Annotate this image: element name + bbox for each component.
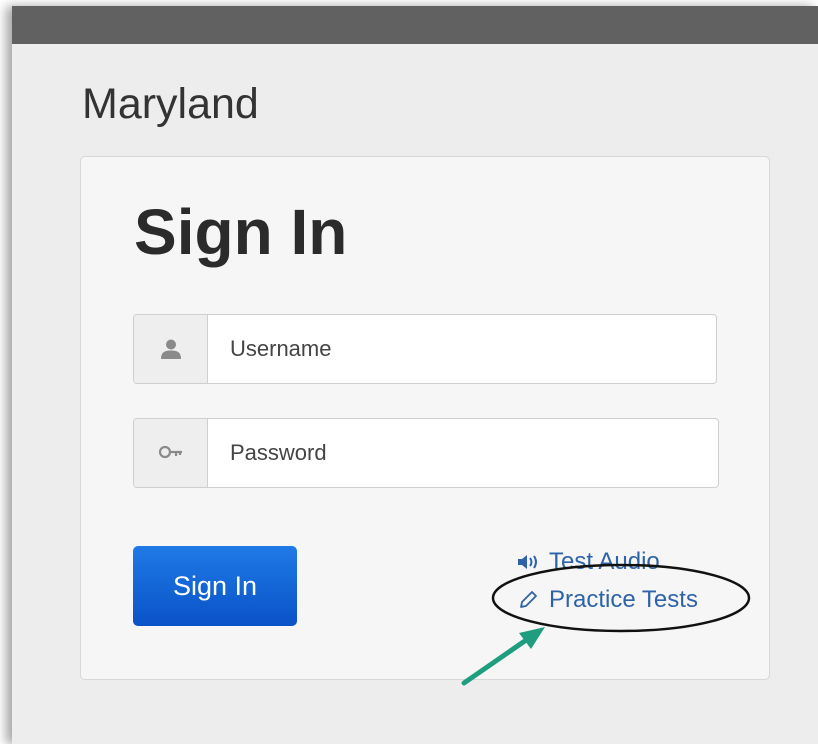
practice-tests-label: Practice Tests xyxy=(549,586,698,613)
user-icon xyxy=(134,315,208,383)
password-input[interactable] xyxy=(208,419,718,487)
signin-title: Sign In xyxy=(134,196,348,268)
top-bar xyxy=(12,6,818,44)
test-audio-label: Test Audio xyxy=(549,548,660,575)
signin-button[interactable]: Sign In xyxy=(133,546,297,626)
username-field xyxy=(133,314,717,384)
signin-card: Sign In Sign In xyxy=(80,156,770,680)
app-window: Maryland Sign In Sign In xyxy=(12,6,818,744)
key-icon xyxy=(134,419,208,487)
test-audio-link[interactable]: Test Audio xyxy=(517,548,660,576)
password-field xyxy=(133,418,719,488)
speaker-icon xyxy=(517,554,549,570)
state-name: Maryland xyxy=(82,80,259,128)
practice-tests-link[interactable]: Practice Tests xyxy=(517,586,698,614)
username-input[interactable] xyxy=(208,315,716,383)
pencil-icon xyxy=(517,589,549,611)
